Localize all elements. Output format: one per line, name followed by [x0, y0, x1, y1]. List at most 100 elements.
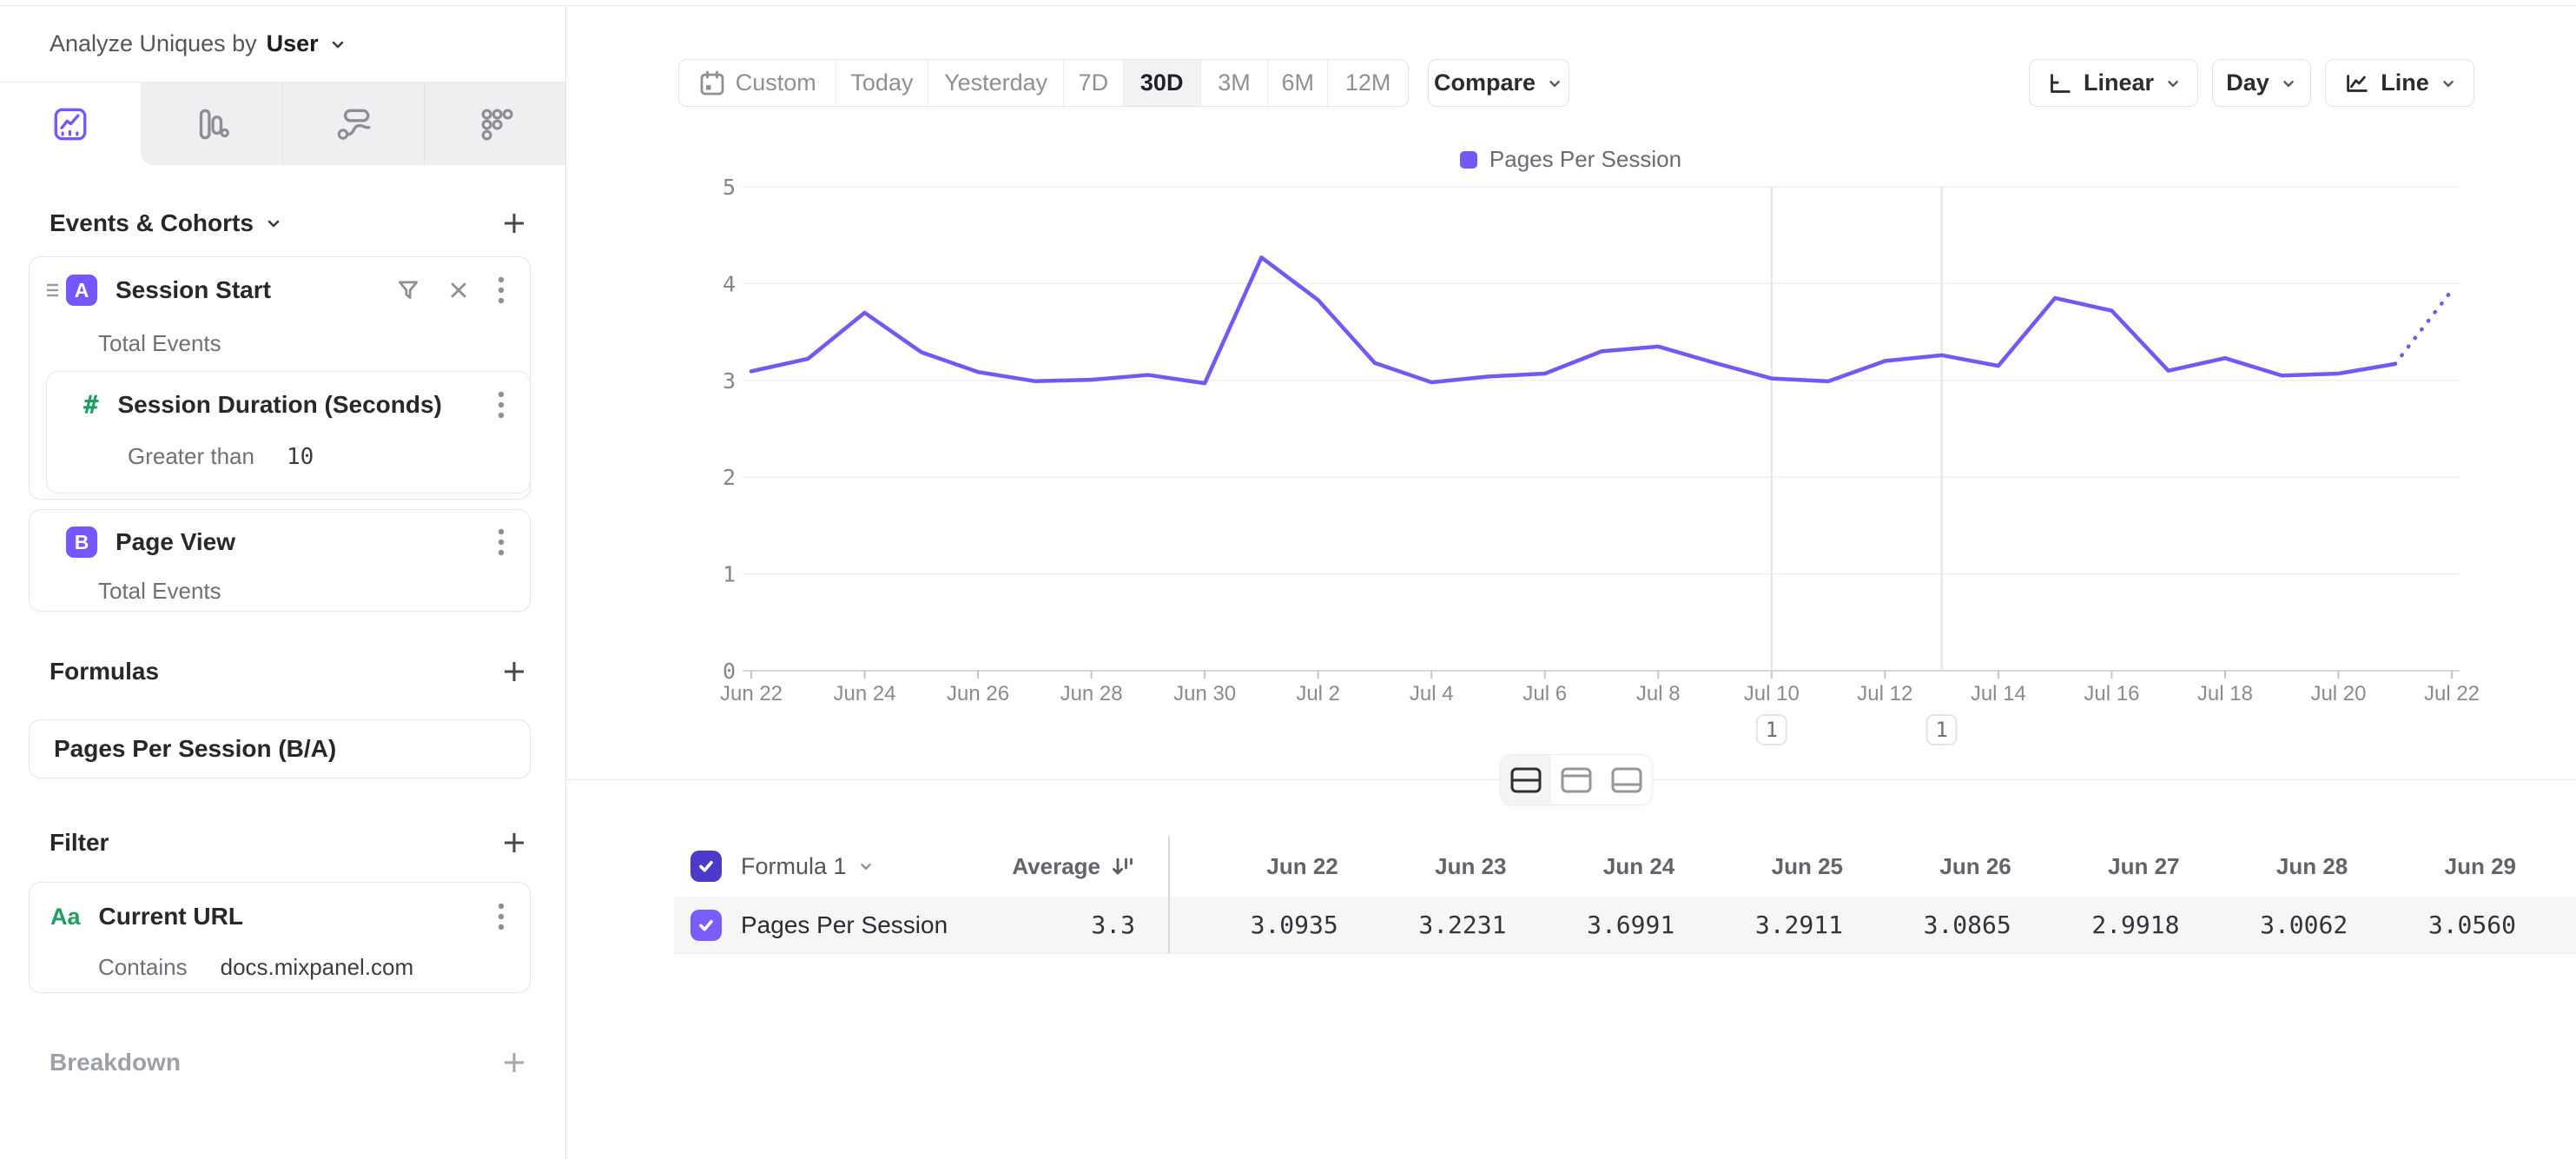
column-header[interactable]: Jun 27 [2011, 853, 2180, 880]
filter-funnel-icon[interactable] [395, 277, 421, 303]
series-projection-dotted [2395, 290, 2452, 364]
column-header[interactable]: Jun 26 [1843, 853, 2011, 880]
x-axis-tick-label: Jul 14 [1971, 682, 2026, 705]
line-chart-icon [2342, 70, 2370, 97]
duration-property-title[interactable]: Session Duration (Seconds) [117, 391, 441, 419]
filter-operator[interactable]: Contains [98, 954, 188, 981]
formulas-title: Formulas [50, 658, 159, 685]
property-card-session-duration[interactable]: # Session Duration (Seconds) Greater tha… [46, 371, 531, 493]
more-options-icon[interactable] [497, 901, 505, 932]
column-header[interactable]: Jun 24 [1507, 853, 1675, 880]
tab-insights[interactable] [0, 83, 141, 165]
tab-retention[interactable] [424, 83, 565, 165]
series-line[interactable] [751, 257, 2395, 383]
filter-property-title[interactable]: Current URL [99, 903, 243, 931]
event-a-measure[interactable]: Total Events [30, 330, 530, 357]
layout-toggle-group [1500, 754, 1653, 805]
column-header[interactable]: Jun 23 [1338, 853, 1507, 880]
chart-type-button[interactable]: Line [2325, 59, 2474, 107]
range-yesterday[interactable]: Yesterday [928, 60, 1063, 106]
table-data-row[interactable]: Pages Per Session 3.3 3.09353.22313.6991… [674, 897, 2576, 954]
x-axis-tick-label: Jun 24 [834, 682, 896, 705]
annotation-chip-label: 1 [1766, 718, 1778, 742]
x-axis-tick-label: Jul 6 [1522, 682, 1567, 705]
remove-event-icon[interactable] [446, 278, 471, 302]
layout-split-view-button[interactable] [1501, 755, 1551, 805]
x-axis-tick-label: Jun 26 [947, 682, 1009, 705]
interval-label: Day [2226, 70, 2269, 96]
x-axis-tick-label: Jul 18 [2197, 682, 2253, 705]
event-b-measure[interactable]: Total Events [30, 578, 530, 605]
x-axis-tick-label: Jul 22 [2424, 682, 2480, 705]
x-axis-tick-label: Jul 8 [1636, 682, 1681, 705]
layout-chart-view-button[interactable] [1551, 755, 1602, 805]
event-a-title[interactable]: Session Start [116, 276, 271, 304]
range-3m[interactable]: 3M [1200, 60, 1268, 106]
more-options-icon[interactable] [497, 389, 505, 421]
event-card-page-view[interactable]: B Page View Total Events [29, 509, 531, 612]
sort-descending-icon [1109, 853, 1135, 879]
row-checkbox[interactable] [690, 910, 722, 941]
cell-value: 3.0560 [2348, 911, 2516, 939]
range-custom[interactable]: Custom [679, 60, 836, 106]
report-type-tabbar [0, 83, 565, 165]
annotation-chip-label: 1 [1935, 718, 1947, 742]
y-axis-tick-label: 0 [723, 659, 736, 684]
x-axis-tick-label: Jul 12 [1857, 682, 1912, 705]
line-chart[interactable]: 012345Jun 22Jun 24Jun 26Jun 28Jun 30Jul … [565, 122, 2576, 756]
compare-button[interactable]: Compare [1428, 59, 1569, 107]
x-axis-tick-label: Jul 4 [1410, 682, 1454, 705]
event-b-title[interactable]: Page View [116, 528, 235, 556]
range-today[interactable]: Today [836, 60, 928, 106]
interval-button[interactable]: Day [2212, 59, 2311, 107]
event-badge-b: B [66, 527, 97, 558]
chevron-down-icon [1546, 75, 1563, 92]
number-property-icon: # [83, 390, 98, 420]
column-header[interactable]: Jun 28 [2180, 853, 2348, 880]
chevron-down-icon[interactable] [264, 214, 283, 233]
cell-value: 3.0935 [1170, 911, 1338, 939]
chevron-down-icon [2164, 75, 2182, 92]
series-group-dropdown[interactable]: Formula 1 [741, 853, 875, 880]
formula-card[interactable]: Pages Per Session (B/A) [29, 719, 531, 778]
tab-funnels[interactable] [141, 83, 281, 165]
more-options-icon[interactable] [497, 527, 505, 558]
filter-value[interactable]: docs.mixpanel.com [221, 954, 414, 981]
range-12m[interactable]: 12M [1327, 60, 1408, 106]
event-card-session-start[interactable]: A Session Start Total Events # Session D… [29, 256, 531, 500]
add-filter-button[interactable] [501, 830, 527, 856]
duration-operator[interactable]: Greater than [128, 443, 254, 470]
filter-card-current-url[interactable]: Aa Current URL Contains docs.mixpanel.co… [29, 882, 531, 993]
column-header[interactable]: Jun 29 [2348, 853, 2516, 880]
column-header[interactable]: Jun 22 [1170, 853, 1338, 880]
add-formula-button[interactable] [501, 659, 527, 685]
duration-value[interactable]: 10 [287, 444, 314, 470]
add-event-button[interactable] [501, 210, 527, 236]
column-header[interactable]: Jun 25 [1674, 853, 1843, 880]
range-30d[interactable]: 30D [1123, 60, 1200, 106]
average-label: Average [1012, 853, 1100, 880]
x-axis-tick-label: Jun 22 [720, 682, 783, 705]
row-average-value: 3.3 [1091, 911, 1135, 939]
layout-table-view-button[interactable] [1602, 755, 1652, 805]
chevron-down-icon [2440, 75, 2457, 92]
scale-label: Linear [2084, 70, 2154, 96]
average-column-header[interactable]: Average [1012, 853, 1168, 880]
chevron-down-icon [2280, 75, 2297, 92]
series-group-label: Formula 1 [741, 853, 847, 880]
chevron-down-icon[interactable] [328, 35, 347, 54]
select-all-checkbox[interactable] [690, 851, 722, 882]
flows-icon [334, 104, 373, 144]
add-breakdown-button[interactable] [501, 1050, 527, 1076]
date-range-control: CustomTodayYesterday7D30D3M6M12M [678, 59, 1409, 107]
cell-value: 3.0865 [1843, 911, 2011, 939]
formula-name[interactable]: Pages Per Session (B/A) [54, 735, 336, 763]
y-axis-tick-label: 3 [723, 368, 736, 394]
range-7d[interactable]: 7D [1063, 60, 1123, 106]
drag-handle-icon[interactable] [30, 281, 59, 299]
tab-flows[interactable] [282, 83, 424, 165]
more-options-icon[interactable] [497, 275, 505, 306]
range-6m[interactable]: 6M [1267, 60, 1327, 106]
analyze-value-dropdown[interactable]: User [267, 30, 319, 57]
scale-button[interactable]: Linear [2029, 59, 2198, 107]
